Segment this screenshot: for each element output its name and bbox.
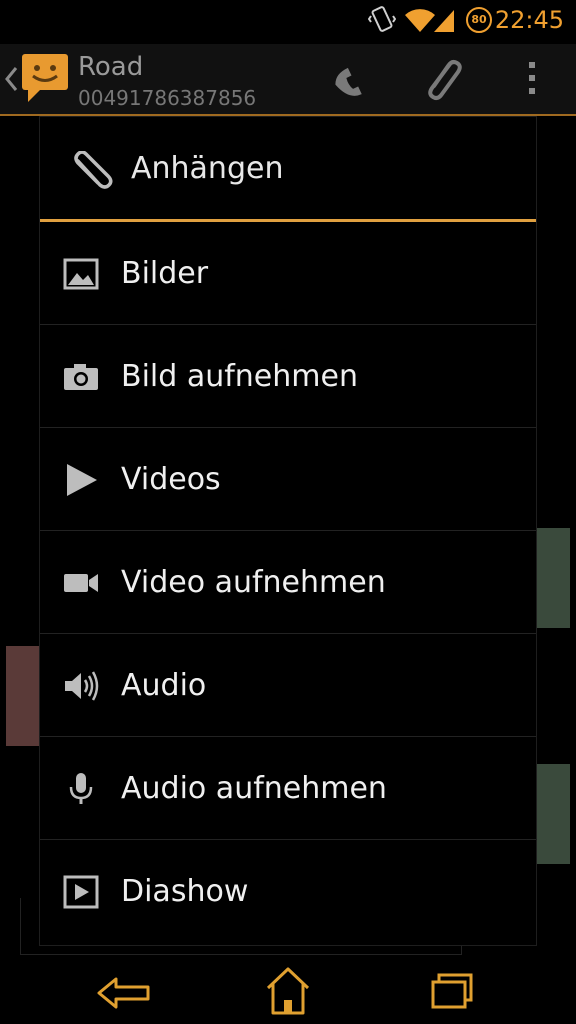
- menu-item-videos[interactable]: Videos: [40, 428, 536, 531]
- overflow-menu-icon[interactable]: [526, 60, 538, 96]
- menu-item-take-picture[interactable]: Bild aufnehmen: [40, 325, 536, 428]
- home-nav-icon[interactable]: [264, 966, 312, 1016]
- message-thumbnail: [6, 646, 40, 746]
- menu-item-pictures[interactable]: Bilder: [40, 222, 536, 325]
- play-icon: [67, 464, 97, 496]
- dialog-title: Anhängen: [131, 151, 284, 186]
- slideshow-icon: [63, 875, 99, 909]
- contact-number: 00491786387856: [78, 86, 257, 110]
- menu-item-label: Video aufnehmen: [121, 565, 386, 600]
- back-arrow-icon[interactable]: [4, 66, 18, 92]
- dialog-header: Anhängen: [40, 117, 536, 219]
- phone-icon[interactable]: [332, 60, 372, 100]
- menu-item-label: Audio: [121, 668, 207, 703]
- speaker-icon: [65, 671, 99, 701]
- battery-indicator: 80: [466, 7, 492, 33]
- paperclip-icon: [74, 151, 113, 189]
- contact-name[interactable]: Road: [78, 52, 143, 82]
- clock: 22:45: [494, 6, 564, 34]
- vibrate-icon: [368, 6, 396, 32]
- menu-item-label: Bilder: [121, 256, 209, 291]
- message-thumbnail: [536, 528, 570, 628]
- menu-item-label: Diashow: [121, 874, 249, 909]
- message-thumbnail: [536, 764, 570, 864]
- menu-item-audio[interactable]: Audio: [40, 634, 536, 737]
- signal-icon: [434, 10, 454, 32]
- menu-item-record-audio[interactable]: Audio aufnehmen: [40, 737, 536, 840]
- menu-item-slideshow[interactable]: Diashow: [40, 840, 536, 943]
- recent-apps-icon[interactable]: [430, 970, 474, 1010]
- menu-item-label: Audio aufnehmen: [121, 771, 387, 806]
- back-nav-icon[interactable]: [96, 976, 152, 1010]
- menu-item-label: Bild aufnehmen: [121, 359, 358, 394]
- picture-icon: [63, 258, 99, 290]
- paperclip-icon[interactable]: [420, 56, 464, 102]
- menu-item-label: Videos: [121, 462, 221, 497]
- menu-item-record-video[interactable]: Video aufnehmen: [40, 531, 536, 634]
- video-camera-icon: [64, 574, 98, 592]
- navigation-bar: [0, 958, 576, 1024]
- status-bar: 80 22:45: [0, 0, 576, 42]
- camera-icon: [64, 364, 98, 390]
- microphone-icon: [69, 773, 93, 804]
- attach-dialog: Anhängen Bilder Bild aufnehmen Videos Vi…: [39, 116, 537, 946]
- action-bar: Road 00491786387856: [0, 44, 576, 116]
- messaging-avatar-icon[interactable]: [20, 52, 70, 104]
